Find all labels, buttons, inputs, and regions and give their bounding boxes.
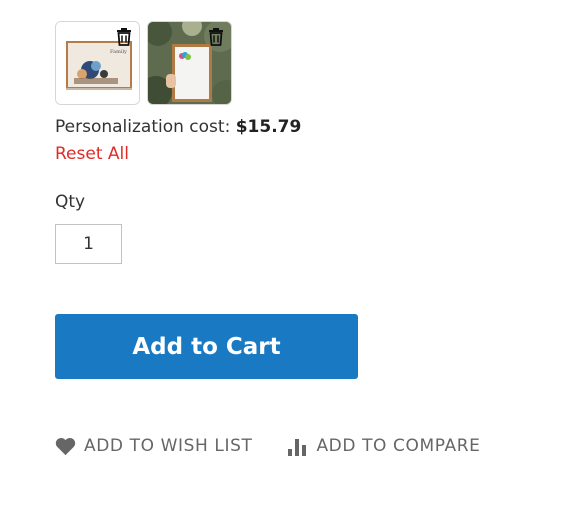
heart-icon: [55, 437, 76, 455]
product-actions: Add to Wish List Add to Compare: [55, 436, 481, 456]
thumbnail-2[interactable]: [147, 21, 232, 105]
trash-icon[interactable]: [206, 27, 226, 47]
personalization-cost-label: Personalization cost:: [55, 117, 231, 137]
personalization-cost: Personalization cost: $15.79: [55, 116, 301, 138]
add-to-wishlist-label: Add to Wish List: [84, 436, 253, 456]
add-to-cart-button[interactable]: Add to Cart: [55, 314, 358, 379]
add-to-compare-label: Add to Compare: [316, 436, 481, 456]
add-to-wishlist-link[interactable]: Add to Wish List: [55, 436, 252, 456]
reset-all-link[interactable]: Reset All: [55, 143, 129, 165]
qty-label: Qty: [55, 192, 86, 212]
add-to-compare-link[interactable]: Add to Compare: [288, 436, 480, 456]
thumbnail-1[interactable]: Family: [55, 21, 140, 105]
personalization-cost-value: $15.79: [235, 117, 302, 137]
qty-input[interactable]: [55, 224, 122, 264]
bar-chart-icon: [288, 438, 307, 456]
trash-icon[interactable]: [114, 27, 134, 47]
svg-text:Family: Family: [110, 49, 127, 55]
personalization-thumbnails: Family: [55, 21, 232, 105]
